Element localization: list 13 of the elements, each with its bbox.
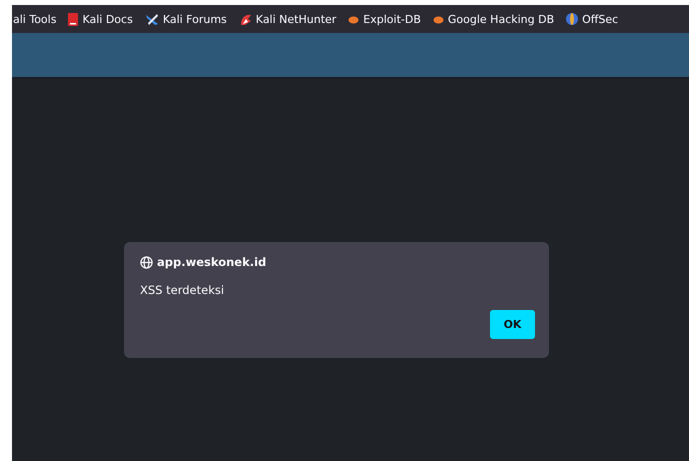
bookmark-link[interactable]: OffSec bbox=[566, 12, 618, 26]
globe-icon bbox=[140, 256, 153, 268]
globe-icon bbox=[566, 13, 578, 25]
bookmark-link[interactable]: Kali NetHunter bbox=[238, 12, 336, 26]
dialog-message: XSS terdeteksi bbox=[140, 283, 226, 297]
bookmark-link[interactable]: Kali Docs bbox=[68, 12, 133, 26]
bookmark-link[interactable]: Exploit-DB bbox=[348, 12, 421, 26]
bookmark-link[interactable]: ali Tools bbox=[13, 12, 56, 26]
ok-button[interactable]: OK bbox=[490, 310, 535, 339]
document-icon bbox=[68, 12, 78, 26]
bookmark-link[interactable]: Google Hacking DB bbox=[432, 12, 554, 26]
bookmark-link[interactable]: Kali Forums bbox=[144, 12, 227, 26]
dialog-origin: app.weskonek.id bbox=[157, 255, 266, 269]
